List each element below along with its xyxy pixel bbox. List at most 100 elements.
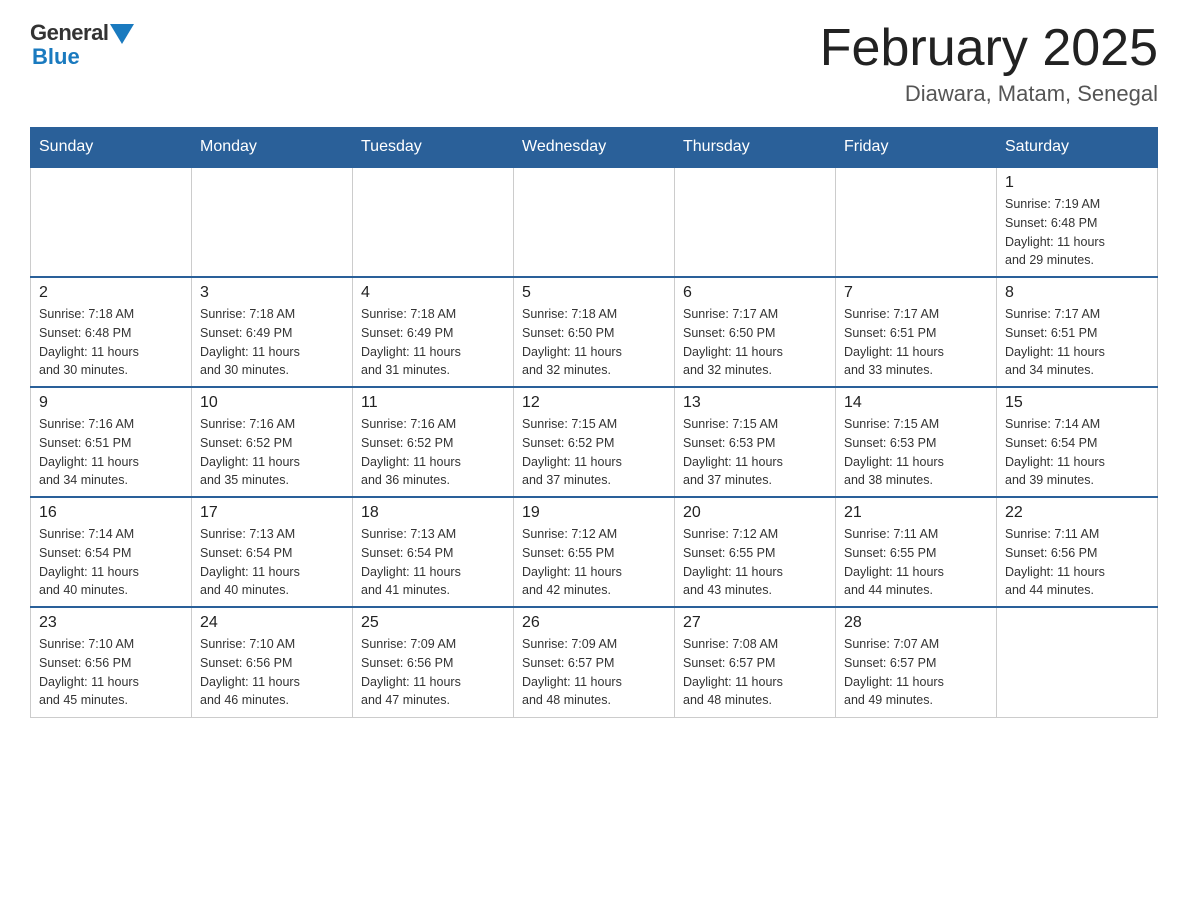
- day-info: Sunrise: 7:18 AM Sunset: 6:49 PM Dayligh…: [361, 305, 505, 380]
- day-number: 22: [1005, 504, 1149, 522]
- calendar-cell: 20 Sunrise: 7:12 AM Sunset: 6:55 PM Dayli…: [675, 497, 836, 607]
- day-number: 12: [522, 394, 666, 412]
- calendar-cell: 9 Sunrise: 7:16 AM Sunset: 6:51 PM Daylig…: [31, 387, 192, 497]
- logo-blue-text: Blue: [32, 44, 80, 70]
- day-info: Sunrise: 7:11 AM Sunset: 6:55 PM Dayligh…: [844, 525, 988, 600]
- day-info: Sunrise: 7:18 AM Sunset: 6:49 PM Dayligh…: [200, 305, 344, 380]
- weekday-header-thursday: Thursday: [675, 128, 836, 168]
- calendar-cell: [192, 167, 353, 277]
- weekday-header-sunday: Sunday: [31, 128, 192, 168]
- day-number: 20: [683, 504, 827, 522]
- weekday-header-monday: Monday: [192, 128, 353, 168]
- calendar-cell: 1 Sunrise: 7:19 AM Sunset: 6:48 PM Daylig…: [997, 167, 1158, 277]
- day-number: 23: [39, 614, 183, 632]
- calendar-cell: 6Sunrise: 7:17 AM Sunset: 6:50 PM Daylig…: [675, 277, 836, 387]
- location: Diawara, Matam, Senegal: [820, 81, 1158, 107]
- day-number: 7: [844, 284, 988, 302]
- calendar-cell: 8 Sunrise: 7:17 AM Sunset: 6:51 PM Daylig…: [997, 277, 1158, 387]
- day-number: 19: [522, 504, 666, 522]
- calendar-cell: 11Sunrise: 7:16 AM Sunset: 6:52 PM Dayli…: [353, 387, 514, 497]
- day-number: 9: [39, 394, 183, 412]
- calendar-week-row: 2 Sunrise: 7:18 AM Sunset: 6:48 PM Daylig…: [31, 277, 1158, 387]
- calendar-cell: 7 Sunrise: 7:17 AM Sunset: 6:51 PM Daylig…: [836, 277, 997, 387]
- day-number: 18: [361, 504, 505, 522]
- logo-general-text: General: [30, 20, 108, 46]
- day-info: Sunrise: 7:16 AM Sunset: 6:52 PM Dayligh…: [200, 415, 344, 490]
- day-info: Sunrise: 7:16 AM Sunset: 6:52 PM Dayligh…: [361, 415, 505, 490]
- calendar-cell: 12 Sunrise: 7:15 AM Sunset: 6:52 PM Dayli…: [514, 387, 675, 497]
- day-info: Sunrise: 7:15 AM Sunset: 6:53 PM Dayligh…: [683, 415, 827, 490]
- day-info: Sunrise: 7:19 AM Sunset: 6:48 PM Dayligh…: [1005, 195, 1149, 270]
- calendar-cell: 13 Sunrise: 7:15 AM Sunset: 6:53 PM Dayli…: [675, 387, 836, 497]
- day-info: Sunrise: 7:18 AM Sunset: 6:50 PM Dayligh…: [522, 305, 666, 380]
- calendar-week-row: 1 Sunrise: 7:19 AM Sunset: 6:48 PM Daylig…: [31, 167, 1158, 277]
- calendar-cell: 17Sunrise: 7:13 AM Sunset: 6:54 PM Dayli…: [192, 497, 353, 607]
- calendar-cell: [675, 167, 836, 277]
- weekday-header-saturday: Saturday: [997, 128, 1158, 168]
- calendar-week-row: 23 Sunrise: 7:10 AM Sunset: 6:56 PM Dayli…: [31, 607, 1158, 717]
- calendar-cell: [514, 167, 675, 277]
- day-number: 5: [522, 284, 666, 302]
- calendar-cell: 5 Sunrise: 7:18 AM Sunset: 6:50 PM Daylig…: [514, 277, 675, 387]
- calendar-cell: 27 Sunrise: 7:08 AM Sunset: 6:57 PM Dayli…: [675, 607, 836, 717]
- weekday-header-wednesday: Wednesday: [514, 128, 675, 168]
- calendar-cell: 22Sunrise: 7:11 AM Sunset: 6:56 PM Dayli…: [997, 497, 1158, 607]
- day-info: Sunrise: 7:18 AM Sunset: 6:48 PM Dayligh…: [39, 305, 183, 380]
- day-info: Sunrise: 7:15 AM Sunset: 6:53 PM Dayligh…: [844, 415, 988, 490]
- day-info: Sunrise: 7:14 AM Sunset: 6:54 PM Dayligh…: [1005, 415, 1149, 490]
- calendar-week-row: 16 Sunrise: 7:14 AM Sunset: 6:54 PM Dayli…: [31, 497, 1158, 607]
- day-info: Sunrise: 7:15 AM Sunset: 6:52 PM Dayligh…: [522, 415, 666, 490]
- day-number: 21: [844, 504, 988, 522]
- calendar-week-row: 9 Sunrise: 7:16 AM Sunset: 6:51 PM Daylig…: [31, 387, 1158, 497]
- day-info: Sunrise: 7:09 AM Sunset: 6:57 PM Dayligh…: [522, 635, 666, 710]
- day-number: 15: [1005, 394, 1149, 412]
- day-info: Sunrise: 7:12 AM Sunset: 6:55 PM Dayligh…: [522, 525, 666, 600]
- day-info: Sunrise: 7:13 AM Sunset: 6:54 PM Dayligh…: [200, 525, 344, 600]
- calendar-cell: 24 Sunrise: 7:10 AM Sunset: 6:56 PM Dayli…: [192, 607, 353, 717]
- calendar-cell: 21 Sunrise: 7:11 AM Sunset: 6:55 PM Dayli…: [836, 497, 997, 607]
- calendar-cell: 25Sunrise: 7:09 AM Sunset: 6:56 PM Dayli…: [353, 607, 514, 717]
- calendar-cell: 28Sunrise: 7:07 AM Sunset: 6:57 PM Dayli…: [836, 607, 997, 717]
- day-info: Sunrise: 7:17 AM Sunset: 6:50 PM Dayligh…: [683, 305, 827, 380]
- day-number: 14: [844, 394, 988, 412]
- day-info: Sunrise: 7:17 AM Sunset: 6:51 PM Dayligh…: [1005, 305, 1149, 380]
- calendar-cell: [353, 167, 514, 277]
- calendar-cell: [997, 607, 1158, 717]
- calendar-cell: 23 Sunrise: 7:10 AM Sunset: 6:56 PM Dayli…: [31, 607, 192, 717]
- weekday-header-row: SundayMondayTuesdayWednesdayThursdayFrid…: [31, 128, 1158, 168]
- weekday-header-tuesday: Tuesday: [353, 128, 514, 168]
- calendar-cell: 3 Sunrise: 7:18 AM Sunset: 6:49 PM Daylig…: [192, 277, 353, 387]
- day-info: Sunrise: 7:13 AM Sunset: 6:54 PM Dayligh…: [361, 525, 505, 600]
- day-info: Sunrise: 7:16 AM Sunset: 6:51 PM Dayligh…: [39, 415, 183, 490]
- logo-triangle-icon: [110, 24, 134, 44]
- day-info: Sunrise: 7:08 AM Sunset: 6:57 PM Dayligh…: [683, 635, 827, 710]
- day-number: 16: [39, 504, 183, 522]
- day-number: 8: [1005, 284, 1149, 302]
- day-number: 2: [39, 284, 183, 302]
- month-title: February 2025: [820, 20, 1158, 77]
- day-number: 3: [200, 284, 344, 302]
- day-info: Sunrise: 7:14 AM Sunset: 6:54 PM Dayligh…: [39, 525, 183, 600]
- page-header: General Blue February 2025 Diawara, Mata…: [30, 20, 1158, 107]
- calendar-cell: [31, 167, 192, 277]
- calendar-cell: 19 Sunrise: 7:12 AM Sunset: 6:55 PM Dayli…: [514, 497, 675, 607]
- day-number: 24: [200, 614, 344, 632]
- calendar-cell: 4 Sunrise: 7:18 AM Sunset: 6:49 PM Daylig…: [353, 277, 514, 387]
- day-number: 4: [361, 284, 505, 302]
- day-info: Sunrise: 7:07 AM Sunset: 6:57 PM Dayligh…: [844, 635, 988, 710]
- day-number: 13: [683, 394, 827, 412]
- day-number: 10: [200, 394, 344, 412]
- day-number: 27: [683, 614, 827, 632]
- day-info: Sunrise: 7:10 AM Sunset: 6:56 PM Dayligh…: [39, 635, 183, 710]
- calendar-cell: 16 Sunrise: 7:14 AM Sunset: 6:54 PM Dayli…: [31, 497, 192, 607]
- day-info: Sunrise: 7:10 AM Sunset: 6:56 PM Dayligh…: [200, 635, 344, 710]
- day-number: 1: [1005, 174, 1149, 192]
- logo: General Blue: [30, 20, 134, 70]
- day-info: Sunrise: 7:12 AM Sunset: 6:55 PM Dayligh…: [683, 525, 827, 600]
- calendar-cell: 14 Sunrise: 7:15 AM Sunset: 6:53 PM Dayli…: [836, 387, 997, 497]
- calendar-cell: 10 Sunrise: 7:16 AM Sunset: 6:52 PM Dayli…: [192, 387, 353, 497]
- day-info: Sunrise: 7:17 AM Sunset: 6:51 PM Dayligh…: [844, 305, 988, 380]
- calendar-cell: 18 Sunrise: 7:13 AM Sunset: 6:54 PM Dayli…: [353, 497, 514, 607]
- calendar-cell: [836, 167, 997, 277]
- title-block: February 2025 Diawara, Matam, Senegal: [820, 20, 1158, 107]
